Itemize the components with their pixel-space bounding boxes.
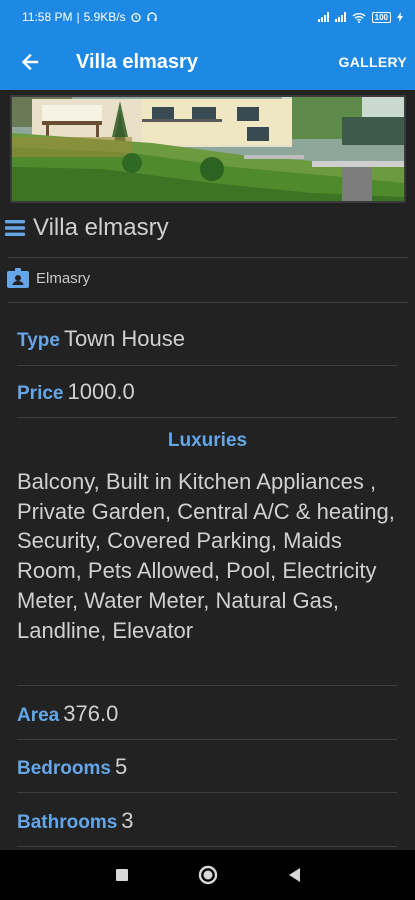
square-icon xyxy=(115,869,128,881)
price-value: 1000.0 xyxy=(67,379,135,404)
divider xyxy=(17,739,397,740)
bathrooms-label: Bathrooms xyxy=(17,812,118,833)
signal-icon xyxy=(317,12,329,22)
divider xyxy=(17,792,397,793)
divider xyxy=(17,417,397,418)
divider xyxy=(17,685,397,686)
battery-icon: 100 xyxy=(371,11,391,23)
owner-row: Elmasry xyxy=(6,267,90,289)
id-badge-icon xyxy=(7,268,29,288)
property-name-row: Villa elmasry xyxy=(4,214,169,242)
bathrooms-value: 3 xyxy=(121,808,134,833)
luxuries-title: Luxuries xyxy=(167,430,248,451)
home-button[interactable] xyxy=(165,850,251,900)
triangle-back-icon xyxy=(288,868,300,882)
property-name: Villa elmasry xyxy=(33,214,169,241)
bedrooms-value: 5 xyxy=(114,754,128,779)
divider xyxy=(8,302,408,303)
bathrooms-field: Bathrooms 3 xyxy=(17,808,134,834)
price-field: Price 1000.0 xyxy=(17,379,135,405)
type-field: Type Town House xyxy=(17,326,185,352)
gallery-button[interactable]: GALLERY xyxy=(339,46,407,78)
back-button[interactable] xyxy=(0,34,60,90)
luxuries-text: Balcony, Built in Kitchen Appliances , P… xyxy=(17,469,395,643)
divider xyxy=(17,365,397,366)
divider xyxy=(17,846,397,847)
wifi-icon xyxy=(352,12,366,23)
navigation-bar xyxy=(0,850,415,900)
bedrooms-field: Bedrooms 5 xyxy=(17,754,127,780)
recents-button[interactable] xyxy=(79,850,165,900)
page-title: Villa elmasry xyxy=(76,50,198,73)
status-time: 11:58 PM xyxy=(22,10,73,24)
circle-icon xyxy=(198,865,217,885)
bedrooms-label: Bedrooms xyxy=(17,758,111,779)
menu-list-icon xyxy=(5,220,25,236)
property-photo[interactable] xyxy=(10,95,406,203)
alarm-icon xyxy=(130,12,141,23)
arrow-back-icon xyxy=(21,53,39,71)
house-photo-illustration xyxy=(12,97,404,201)
status-bar: 11:58 PM | 5.9KB/s 100 xyxy=(0,0,415,34)
divider xyxy=(8,257,408,258)
area-value: 376.0 xyxy=(63,701,119,726)
price-label: Price xyxy=(17,383,64,404)
network-speed: 5.9KB/s xyxy=(83,10,126,24)
app-bar: Villa elmasry GALLERY xyxy=(0,34,415,90)
area-field: Area 376.0 xyxy=(17,701,118,727)
area-label: Area xyxy=(17,705,60,726)
charging-icon xyxy=(397,12,403,22)
owner-name: Elmasry xyxy=(36,269,91,287)
type-value: Town House xyxy=(63,326,186,351)
back-nav-button[interactable] xyxy=(251,850,337,900)
type-label: Type xyxy=(17,330,60,351)
headset-icon xyxy=(146,12,157,21)
signal-icon-2 xyxy=(334,12,346,22)
